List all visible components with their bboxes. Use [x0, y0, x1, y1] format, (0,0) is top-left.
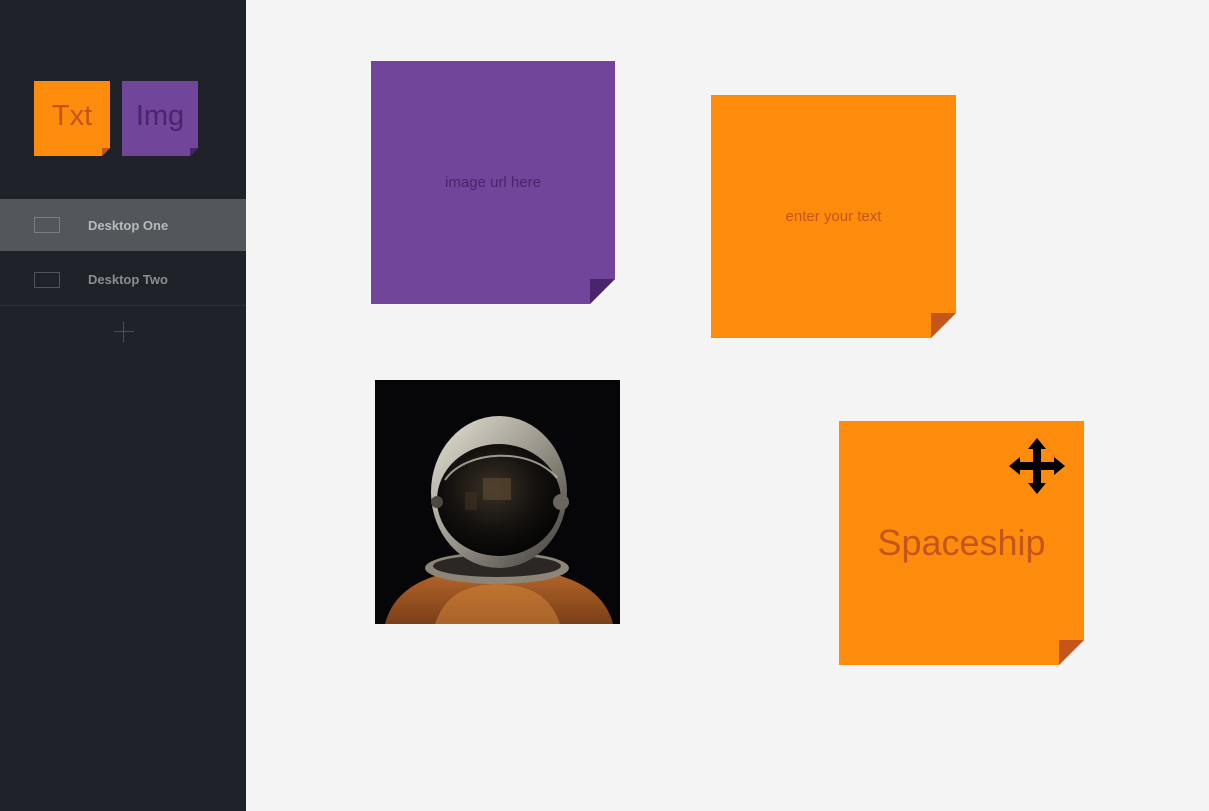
- spaceship-note[interactable]: Spaceship: [839, 421, 1084, 665]
- desktop-icon: [34, 271, 60, 288]
- fold-corner-icon: [190, 148, 198, 156]
- desktop-item-one[interactable]: Desktop One: [0, 199, 246, 251]
- add-desktop-plus-icon[interactable]: [112, 320, 136, 344]
- desktop-label: Desktop One: [88, 217, 169, 233]
- page-curl-icon: [590, 279, 615, 304]
- page-curl-icon: [1059, 640, 1084, 665]
- add-text-note-button[interactable]: Txt: [34, 81, 110, 156]
- page-curl-icon: [931, 313, 956, 338]
- txt-tool-label: Txt: [51, 100, 93, 132]
- move-arrows-icon[interactable]: [1008, 437, 1066, 495]
- desktop-label: Desktop Two: [88, 272, 168, 287]
- text-placeholder[interactable]: enter your text: [786, 208, 882, 225]
- image-url-placeholder[interactable]: image url here: [445, 174, 541, 191]
- desktop-item-two[interactable]: Desktop Two: [0, 254, 246, 306]
- astronaut-illustration: [375, 380, 620, 624]
- image-note[interactable]: image url here: [371, 61, 615, 304]
- astronaut-photo[interactable]: [375, 380, 620, 624]
- text-note[interactable]: enter your text: [711, 95, 956, 338]
- desktop-icon: [34, 217, 60, 233]
- spaceship-text[interactable]: Spaceship: [877, 522, 1045, 564]
- img-tool-label: Img: [135, 100, 185, 132]
- fold-corner-icon: [102, 148, 110, 156]
- sidebar: Txt Img Desktop One Desktop Two: [0, 0, 246, 811]
- add-image-note-button[interactable]: Img: [122, 81, 198, 156]
